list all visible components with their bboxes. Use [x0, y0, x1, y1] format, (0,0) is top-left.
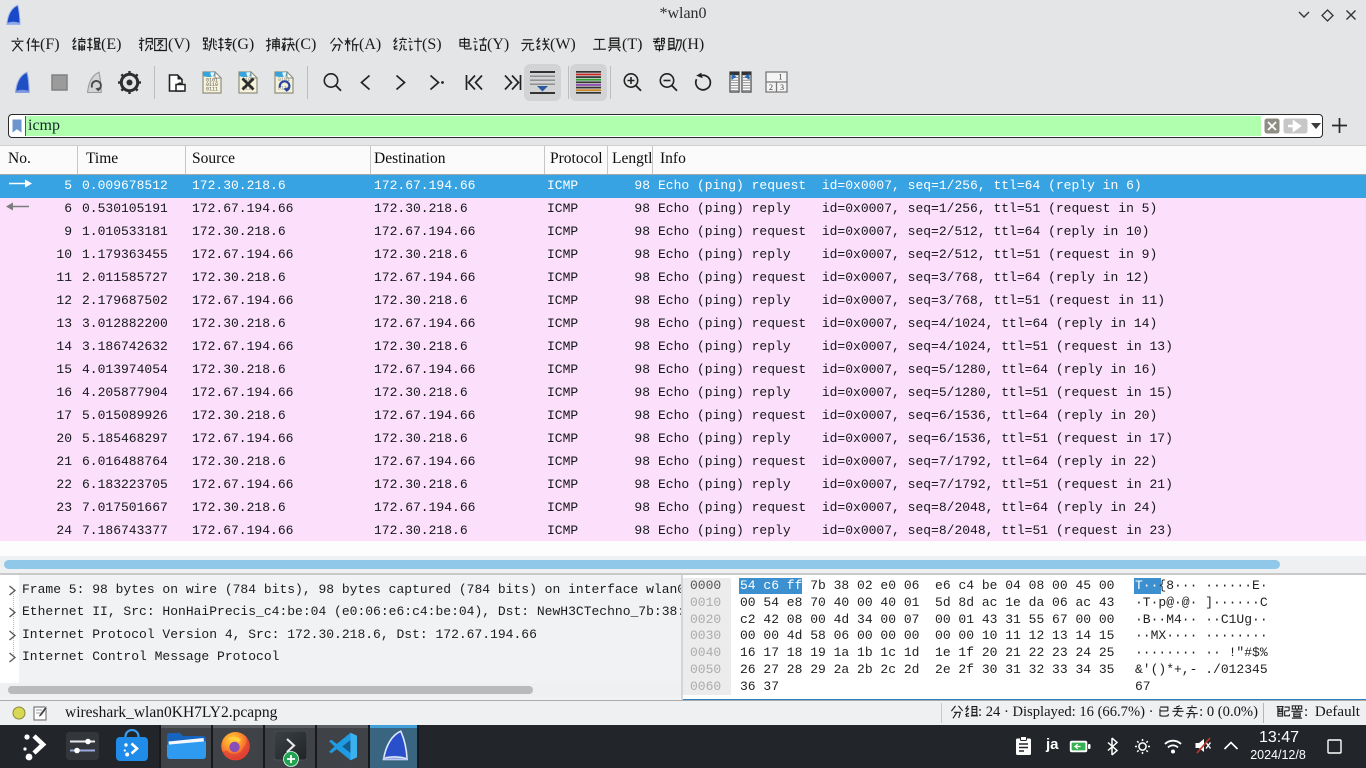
svg-text:1: 1 [779, 73, 783, 82]
svg-text:0111: 0111 [206, 86, 218, 92]
svg-text:2: 2 [769, 83, 773, 92]
svg-text:3: 3 [780, 83, 784, 92]
